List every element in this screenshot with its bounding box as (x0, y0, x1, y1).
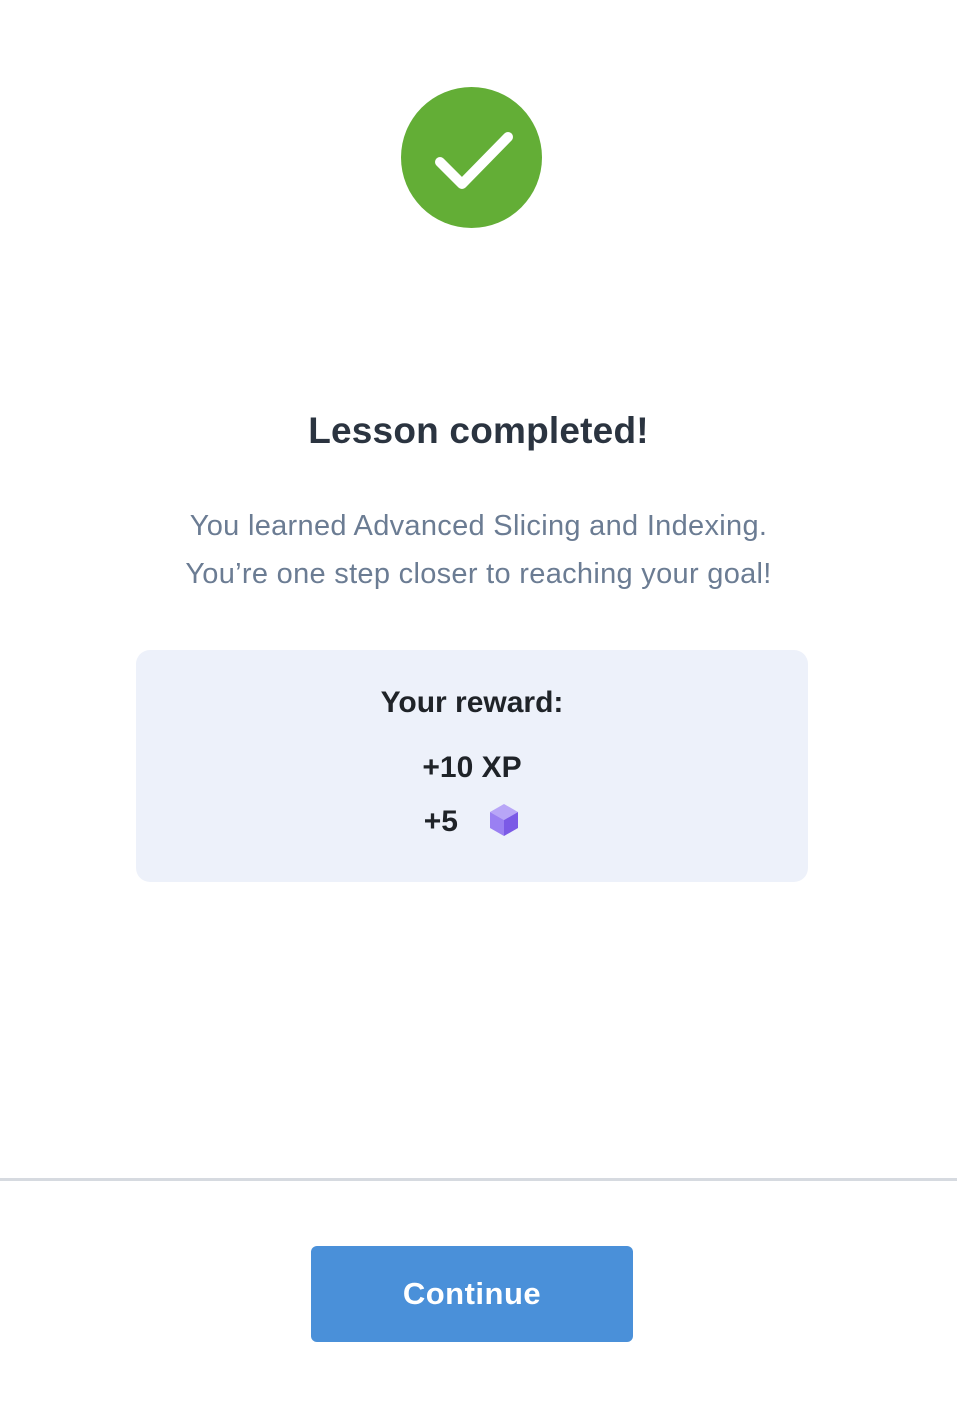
reward-card: Your reward: +10 XP +5 (136, 650, 808, 882)
completion-message-line-2: You’re one step closer to reaching your … (185, 558, 772, 590)
continue-button[interactable]: Continue (311, 1246, 633, 1342)
reward-gems-amount: +5 (423, 805, 458, 839)
success-checkmark-icon (401, 87, 542, 228)
reward-heading: Your reward: (380, 686, 564, 719)
reward-xp: +10 XP (422, 751, 522, 784)
footer-divider (0, 1178, 957, 1181)
gem-cube-icon (488, 802, 520, 838)
checkmark-icon (435, 132, 513, 189)
reward-gems: +5 (136, 804, 808, 844)
completion-message-line-1: You learned Advanced Slicing and Indexin… (189, 510, 768, 542)
page-title: Lesson completed! (308, 410, 649, 451)
